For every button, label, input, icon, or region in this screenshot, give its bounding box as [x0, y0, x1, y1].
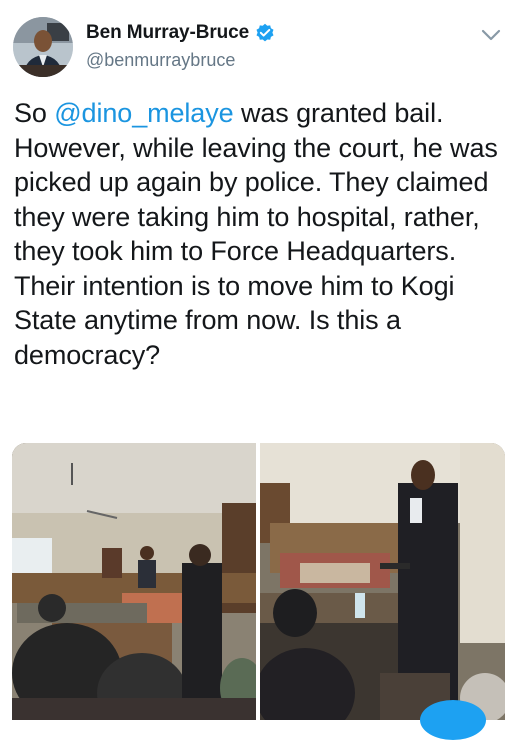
chevron-down-icon[interactable] — [478, 24, 504, 46]
media-grid — [12, 443, 505, 720]
author-avatar[interactable] — [13, 17, 73, 77]
mention-link[interactable]: @dino_melaye — [54, 98, 233, 128]
compose-fab-edge[interactable] — [420, 700, 486, 740]
tweet-text: So @dino_melaye was granted bail. Howeve… — [14, 96, 509, 372]
verified-badge-icon — [255, 23, 275, 43]
author-name-row: Ben Murray-Bruce — [86, 22, 275, 44]
courtroom-crowd-photo[interactable] — [12, 443, 256, 720]
tweet-card: Ben Murray-Bruce @benmurraybruce So @din… — [0, 0, 517, 740]
author-display-name[interactable]: Ben Murray-Bruce — [86, 22, 249, 44]
tweet-text-start: So — [14, 98, 55, 128]
tweet-text-rest: was granted bail. However, while leaving… — [14, 98, 498, 370]
author-handle[interactable]: @benmurraybruce — [86, 50, 235, 71]
courtroom-man-in-suit-photo[interactable] — [260, 443, 505, 720]
